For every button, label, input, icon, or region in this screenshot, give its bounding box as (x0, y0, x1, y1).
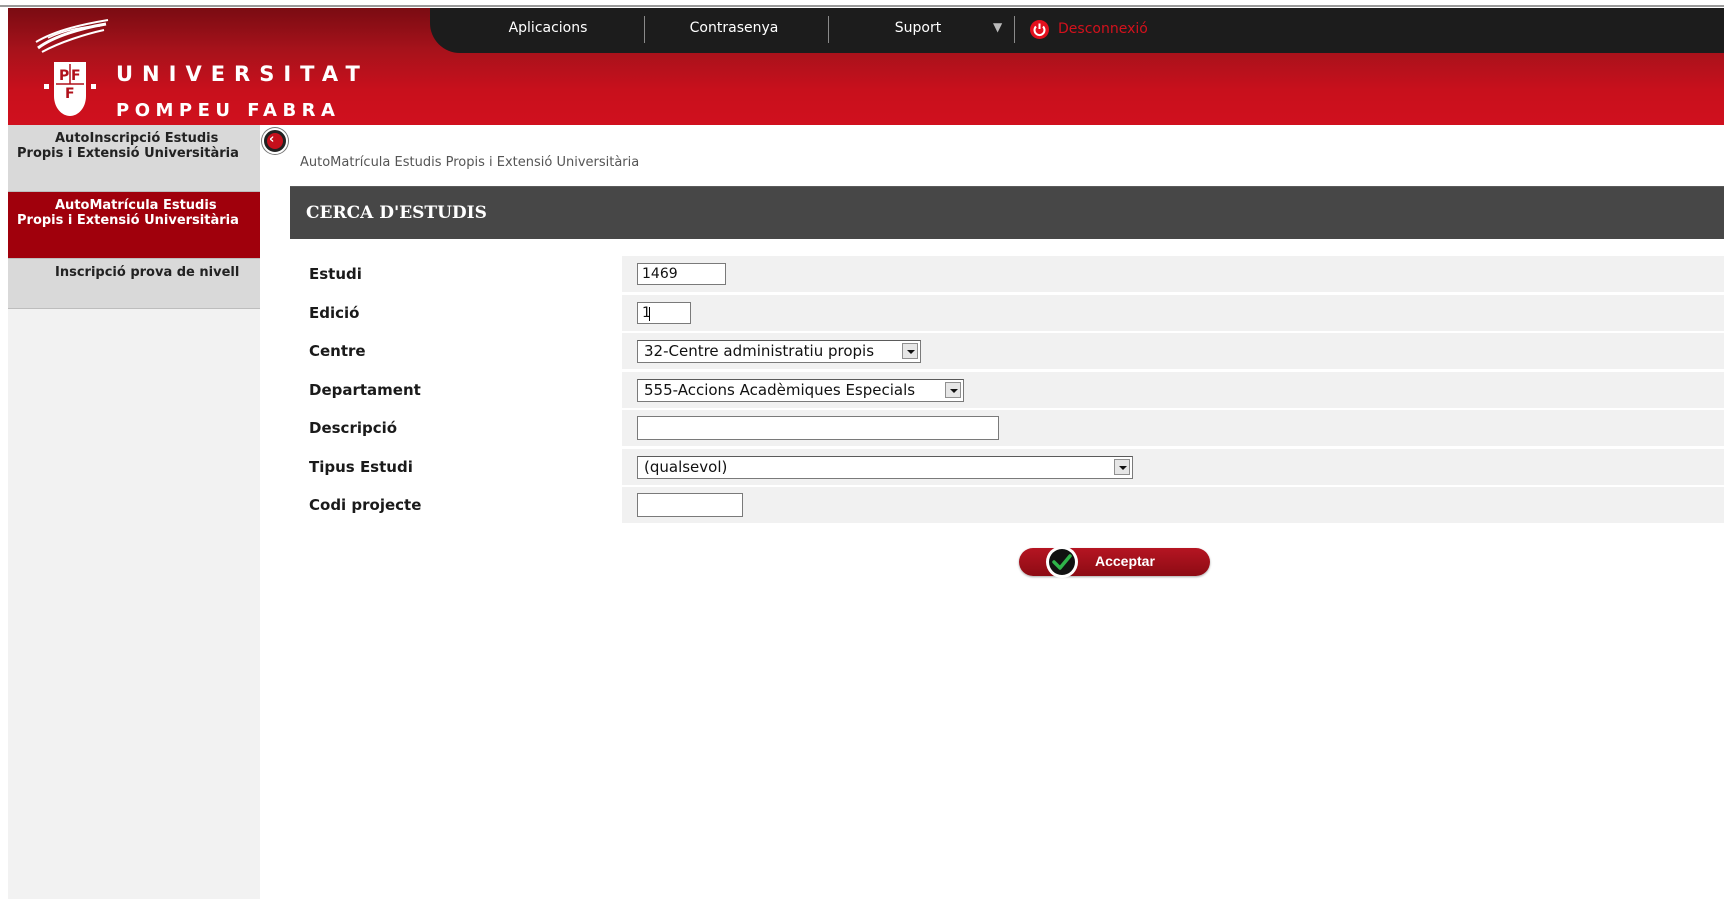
field-cell (622, 410, 1724, 446)
form-row-edicio: Edició 1 (290, 295, 1724, 331)
field-label: Edició (309, 304, 360, 322)
chevron-down-icon[interactable]: ▼ (993, 20, 1002, 34)
field-label: Departament (309, 381, 421, 399)
sidebar-item-label: Inscripció prova de nivell (55, 265, 240, 280)
codi-projecte-input[interactable] (637, 493, 743, 517)
form-row-centre: Centre 32-Centre administratiu propis (290, 333, 1724, 369)
field-cell: 1 (622, 295, 1724, 331)
nav-suport[interactable]: Suport (860, 8, 976, 50)
nav-contrasenya[interactable]: Contrasenya (676, 8, 792, 50)
field-label: Tipus Estudi (309, 458, 413, 476)
form-row-codi-projecte: Codi projecte (290, 487, 1724, 523)
power-icon (1030, 20, 1049, 39)
sidebar-item-inscripcio-prova[interactable]: Inscripció prova de nivell (8, 259, 260, 309)
logo-text-universitat: UNIVERSITAT (116, 62, 369, 86)
accept-button[interactable]: Acceptar (1019, 546, 1210, 578)
field-label: Codi projecte (309, 496, 422, 514)
form-row-tipus-estudi: Tipus Estudi (qualsevol) (290, 449, 1724, 485)
svg-text:F: F (65, 86, 75, 102)
sidebar: AutoInscripció Estudis Propis i Extensió… (8, 125, 260, 899)
sidebar-item-automatricula[interactable]: AutoMatrícula Estudis Propis i Extensió … (8, 192, 260, 259)
accept-button-label: Acceptar (1095, 553, 1155, 569)
field-cell (622, 487, 1724, 523)
edicio-input[interactable]: 1 (637, 302, 691, 324)
sidebar-item-autoinscripcio[interactable]: AutoInscripció Estudis Propis i Extensió… (8, 125, 260, 192)
form-row-departament: Departament 555-Accions Acadèmiques Espe… (290, 372, 1724, 408)
chevron-left-icon: ‹ (269, 132, 275, 147)
breadcrumb: AutoMatrícula Estudis Propis i Extensió … (300, 155, 640, 170)
nav-aplicacions[interactable]: Aplicacions (490, 8, 606, 50)
departament-selected: 555-Accions Acadèmiques Especials (644, 381, 916, 399)
field-label: Estudi (309, 265, 362, 283)
tipus-estudi-select[interactable]: (qualsevol) (637, 456, 1133, 479)
sidebar-item-label: AutoInscripció Estudis Propis i Extensió… (17, 131, 239, 161)
centre-select[interactable]: 32-Centre administratiu propis (637, 340, 921, 363)
estudi-input[interactable]: 1469 (637, 263, 726, 285)
field-label: Descripció (309, 419, 398, 437)
tipus-estudi-selected: (qualsevol) (644, 458, 728, 476)
nav-separator (644, 16, 645, 43)
logout-label: Desconnexió (1058, 21, 1148, 37)
descripcio-input[interactable] (637, 416, 999, 440)
top-navigation: Aplicacions Contrasenya Suport ▼ Desconn… (430, 8, 1724, 53)
nav-separator (828, 16, 829, 43)
centre-selected: 32-Centre administratiu propis (644, 342, 875, 360)
field-cell: 1469 (622, 256, 1724, 292)
upf-logo[interactable]: P F F UNIVERSITAT POMPEU FABRA (34, 18, 360, 121)
dropdown-arrow-icon[interactable] (945, 382, 961, 398)
dropdown-arrow-icon[interactable] (902, 343, 918, 359)
svg-text:P: P (59, 68, 69, 84)
section-title: CERCA D'ESTUDIS (306, 203, 487, 223)
checkmark-icon (1046, 546, 1078, 578)
form-row-descripcio: Descripció (290, 410, 1724, 446)
logo-text-pompeu-fabra: POMPEU FABRA (116, 100, 341, 121)
logo-swoosh-icon (35, 19, 109, 53)
field-cell: (qualsevol) (622, 449, 1724, 485)
departament-select[interactable]: 555-Accions Acadèmiques Especials (637, 379, 964, 402)
form-row-estudi: Estudi 1469 (290, 256, 1724, 292)
section-header: CERCA D'ESTUDIS (290, 186, 1724, 239)
nav-separator (1014, 16, 1015, 43)
field-label: Centre (309, 342, 366, 360)
svg-text:F: F (71, 68, 81, 84)
logo-shield-icon: P F F (44, 62, 96, 116)
dropdown-arrow-icon[interactable] (1114, 459, 1130, 475)
field-cell: 32-Centre administratiu propis (622, 333, 1724, 369)
field-cell: 555-Accions Acadèmiques Especials (622, 372, 1724, 408)
text-cursor (649, 307, 650, 321)
collapse-sidebar-button[interactable]: ‹ (262, 128, 288, 154)
sidebar-item-label: AutoMatrícula Estudis Propis i Extensió … (17, 198, 239, 228)
window-top-border (0, 0, 1724, 8)
